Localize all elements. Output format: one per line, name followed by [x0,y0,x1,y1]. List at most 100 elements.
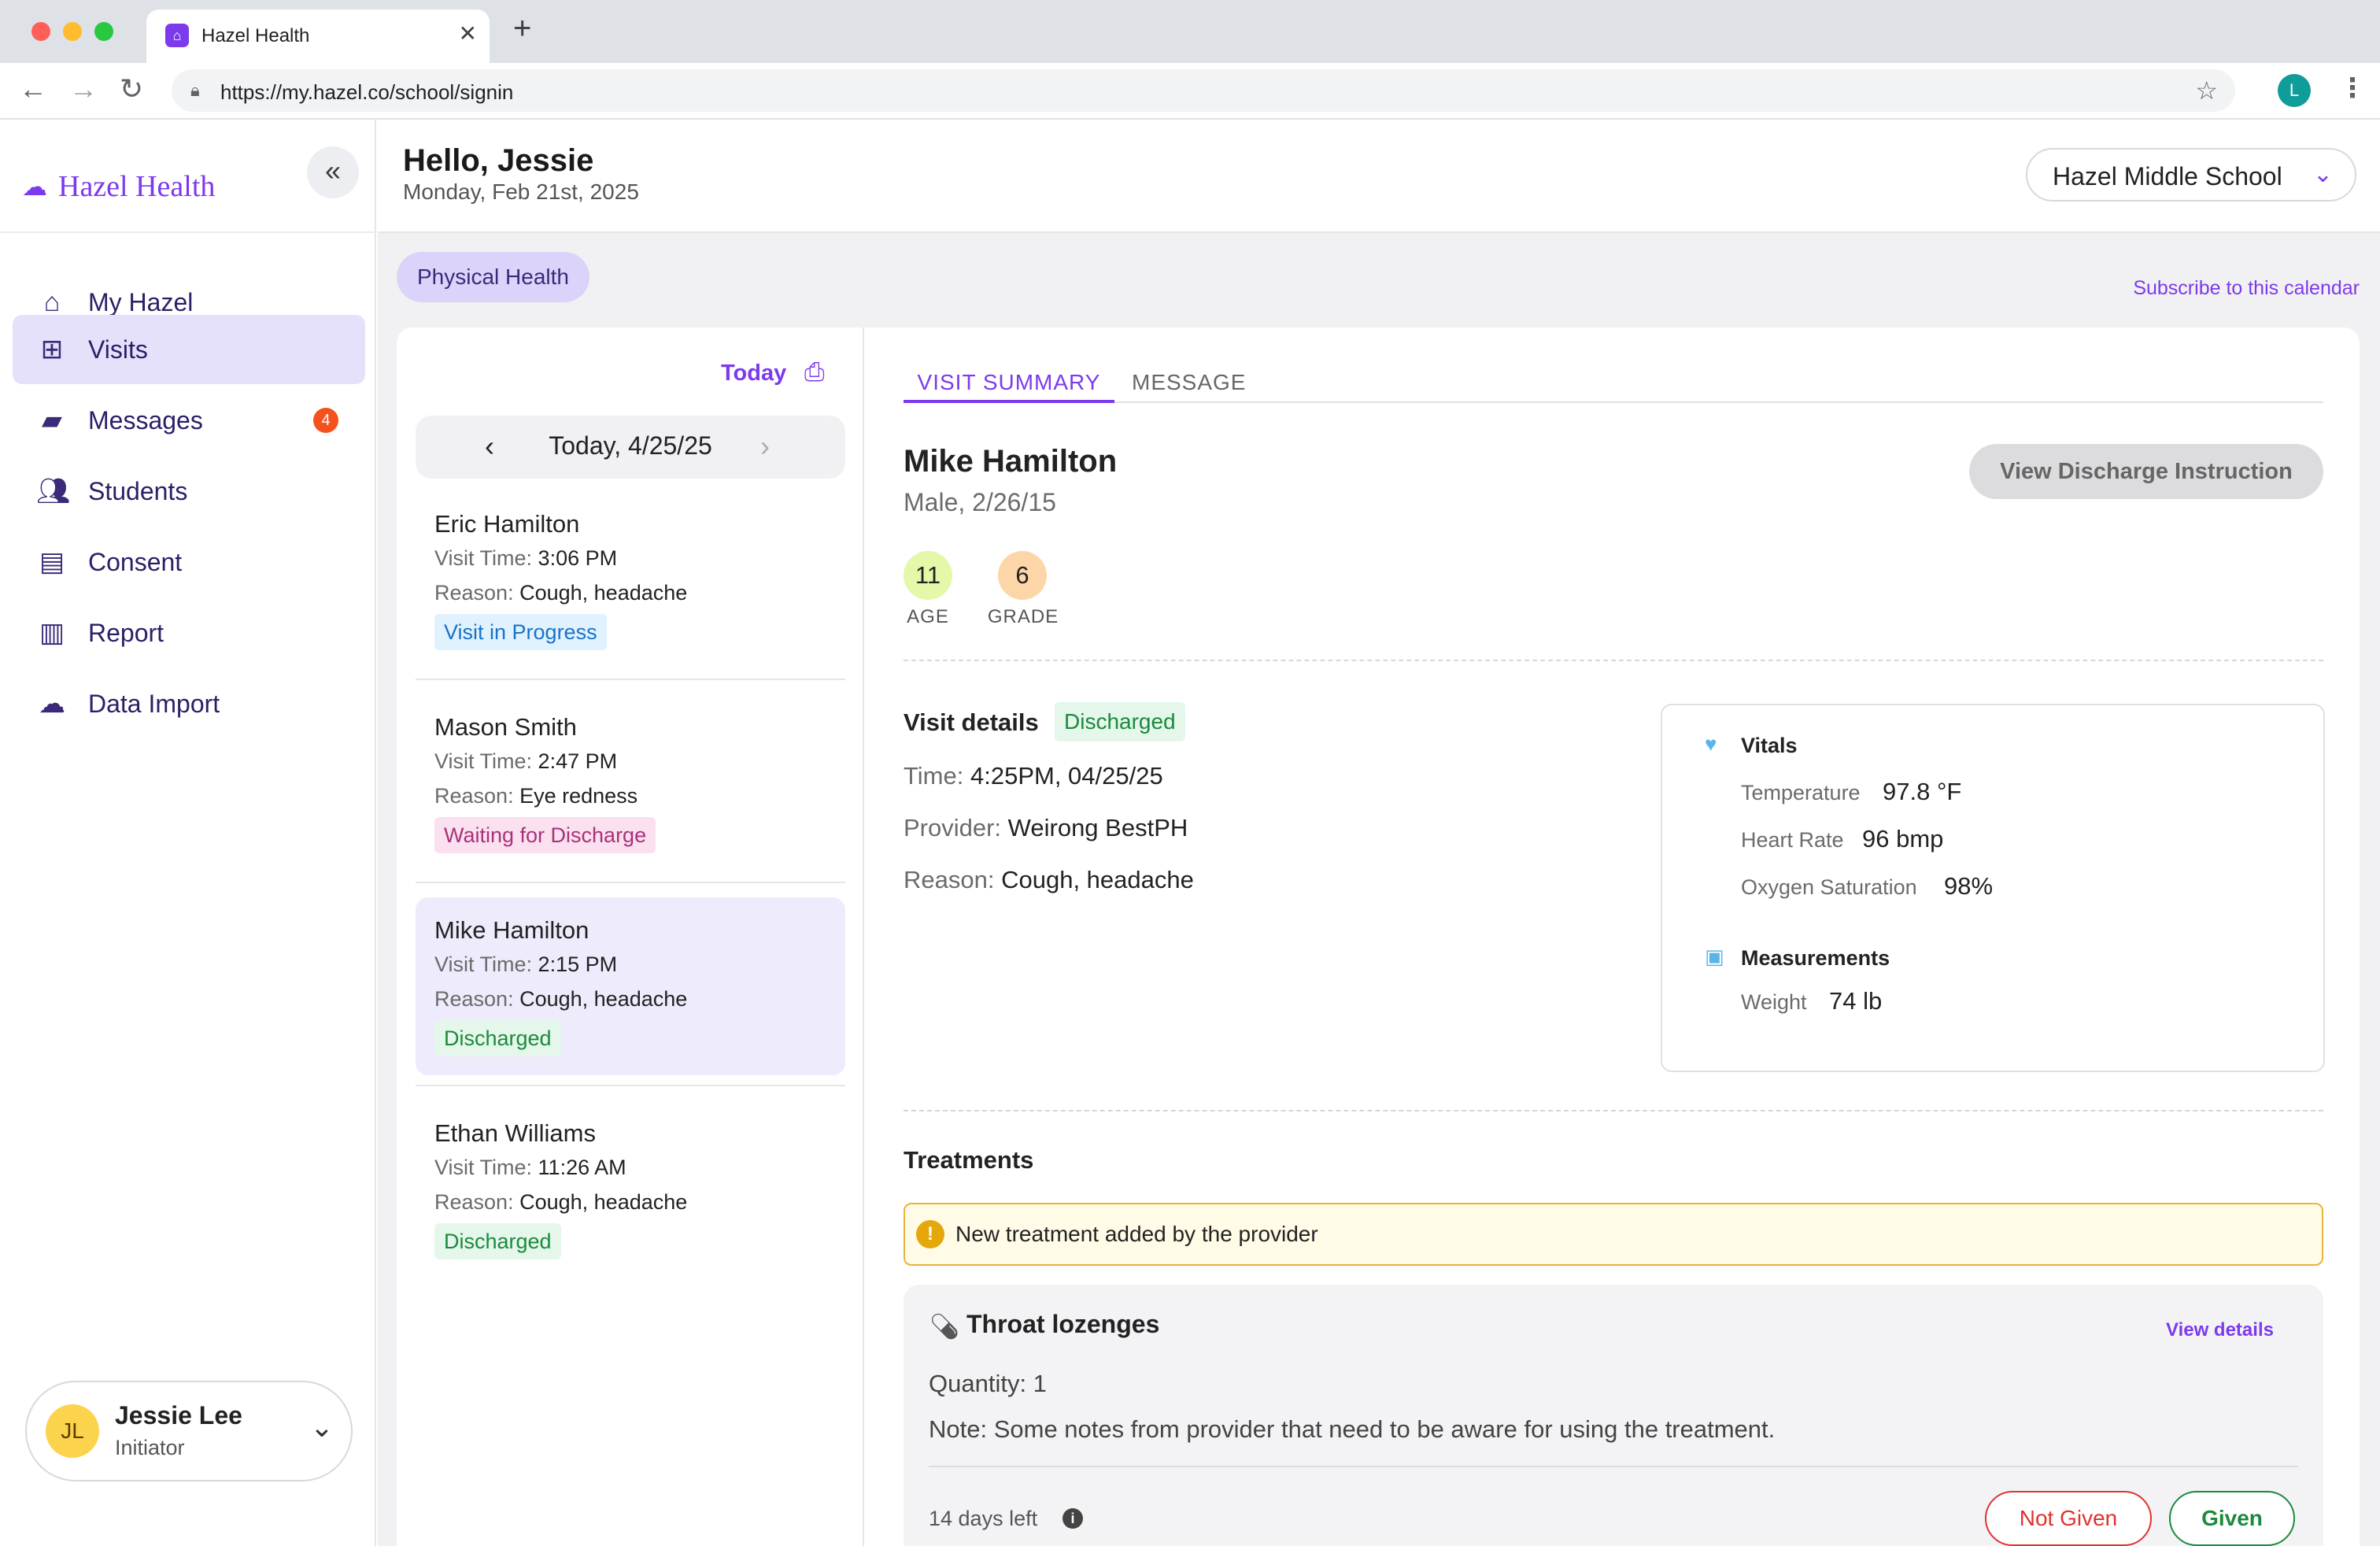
treatment-quantity: Quantity: 1 [929,1370,1047,1397]
provider-key: Provider: [904,814,1002,841]
visit-reason-key: Reason: [434,987,514,1011]
chevron-down-icon[interactable]: ⌄ [310,1411,334,1444]
visit-list-panel: Today ⎙ Today, 4/25/25 ‹ › Eric Hamilton… [397,327,864,1546]
window-minimize-button[interactable] [63,22,82,41]
patient-name: Mike Hamilton [904,444,1118,479]
collapse-sidebar-button[interactable]: « [307,146,359,198]
status-badge: Discharged [434,1223,561,1259]
visit-student-name: Ethan Williams [434,1119,596,1147]
chevron-right-icon[interactable]: › [760,430,770,463]
users-icon: 👥︎ [36,476,71,506]
window-close-button[interactable] [31,22,50,41]
back-arrow-icon[interactable]: ← [19,72,47,105]
visit-reason-key: Reason: [434,784,514,808]
browser-menu-icon[interactable]: ⋮ [2339,72,2366,104]
status-badge: Waiting for Discharge [434,817,656,853]
bookmark-star-icon[interactable]: ☆ [2195,76,2218,105]
view-discharge-instruction-button[interactable]: View Discharge Instruction [1969,444,2323,499]
chevron-down-icon: ⌄ [2312,161,2333,187]
visit-reason-line: Reason: Cough, headache [904,866,1194,894]
user-menu[interactable]: JL Jessie Lee Initiator ⌄ [25,1381,353,1481]
section-divider [904,660,2323,661]
visit-time-key: Visit Time: [434,749,533,773]
visit-reason-value: Cough, headache [519,987,688,1011]
visit-reason: Reason: Cough, headache [434,987,687,1012]
chat-icon: ▰ [41,405,63,435]
window-maximize-button[interactable] [94,22,113,41]
brand-name: Hazel Health [58,170,216,203]
alert-message: New treatment added by the provider [955,1222,1318,1246]
treatment-divider [929,1466,2298,1467]
school-select[interactable]: Hazel Middle School ⌄ [2026,148,2356,202]
heart-rate-label: Heart Rate [1741,828,1844,852]
treatments-title: Treatments [904,1146,1034,1174]
reason-value: Cough, headache [1001,866,1194,893]
visit-list-item[interactable]: Ethan Williams Visit Time: 11:26 AM Reas… [416,1100,845,1278]
visit-time-value: 3:06 PM [538,546,618,570]
visit-reason: Reason: Eye redness [434,784,638,808]
detail-tabs: VISIT SUMMARY MESSAGE [904,362,2323,403]
sidebar-item-report[interactable]: ▥ Report [13,598,365,668]
vitals-card: ♥ Vitals Temperature 97.8 °F Heart Rate … [1661,704,2325,1072]
today-button[interactable]: Today [721,361,786,386]
sidebar-item-students[interactable]: 👥︎ Students [13,457,365,526]
visit-time-value: 2:15 PM [538,952,618,976]
sidebar-item-visits[interactable]: ⊞ Visits [13,315,365,384]
given-button[interactable]: Given [2169,1491,2295,1546]
list-divider [416,679,845,680]
info-icon[interactable]: i [1062,1508,1083,1529]
scale-icon: ▣ [1705,945,1724,968]
visit-list-item[interactable]: Mike Hamilton Visit Time: 2:15 PM Reason… [416,897,845,1075]
status-badge: Visit in Progress [434,614,607,650]
visit-reason: Reason: Cough, headache [434,1190,687,1215]
treatment-note: Note: Some notes from provider that need… [929,1415,1776,1443]
visit-time: Visit Time: 2:47 PM [434,749,617,774]
hazel-favicon-icon: ⌂ [165,24,189,47]
visit-reason-key: Reason: [434,581,514,605]
oxygen-saturation-label: Oxygen Saturation [1741,875,1917,899]
time-key: Time: [904,762,964,790]
heart-rate-value: 96 bmp [1862,825,1944,853]
new-tab-plus-icon[interactable]: + [513,11,531,46]
unread-count-badge: 4 [313,408,338,433]
visit-list-item[interactable]: Eric Hamilton Visit Time: 3:06 PM Reason… [416,491,845,669]
tab-message[interactable]: MESSAGE [1132,370,1246,395]
physical-health-filter-pill[interactable]: Physical Health [397,252,589,302]
brand-logo[interactable]: ☁ Hazel Health [22,167,215,206]
list-divider [416,882,845,883]
sidebar-item-data-import[interactable]: ☁ Data Import [13,669,365,738]
reload-icon[interactable]: ↻ [120,72,143,105]
sidebar-item-label: Visits [88,335,148,364]
sidebar-item-consent[interactable]: ▤ Consent [13,527,365,597]
chevron-left-icon[interactable]: ‹ [485,430,494,463]
subscribe-calendar-link[interactable]: Subscribe to this calendar [2133,277,2360,300]
sidebar-item-label: Data Import [88,689,220,718]
visit-details-title: Visit details [904,708,1039,736]
cloud-upload-icon: ☁ [39,689,65,719]
sidebar-item-messages[interactable]: ▰ Messages 4 [13,386,365,455]
print-icon[interactable]: ⎙ [804,357,825,387]
browser-profile-avatar[interactable]: L [2278,74,2311,107]
status-badge: Discharged [1055,702,1185,742]
view-details-link[interactable]: View details [2166,1319,2274,1341]
visit-list-item[interactable]: Mason Smith Visit Time: 2:47 PM Reason: … [416,694,845,872]
document-icon: ▤ [39,547,65,577]
address-bar[interactable]: 🔒︎ https://my.hazel.co/school/signin ☆ [172,69,2235,112]
forward-arrow-icon[interactable]: → [69,72,98,105]
close-icon[interactable]: ✕ [459,20,477,46]
visit-provider-line: Provider: Weirong BestPH [904,814,1188,842]
visit-time-key: Visit Time: [434,952,533,976]
age-label: AGE [907,606,949,627]
main-content: Hello, Jessie Monday, Feb 21st, 2025 Haz… [378,120,2380,1546]
date-navigator: Today, 4/25/25 ‹ › [416,416,845,479]
visit-time-line: Time: 4:25PM, 04/25/25 [904,762,1163,790]
url-text[interactable]: https://my.hazel.co/school/signin [220,80,513,105]
grade-label: GRADE [987,606,1059,627]
visit-time-value: 11:26 AM [538,1156,626,1179]
browser-tab[interactable]: ⌂ Hazel Health ✕ [146,9,490,63]
not-given-button[interactable]: Not Given [1985,1491,2152,1546]
time-value: 4:25PM, 04/25/25 [970,762,1163,790]
browser-tab-title: Hazel Health [201,25,310,46]
tab-visit-summary[interactable]: VISIT SUMMARY [904,370,1114,403]
measurements-title: Measurements [1741,946,1890,970]
